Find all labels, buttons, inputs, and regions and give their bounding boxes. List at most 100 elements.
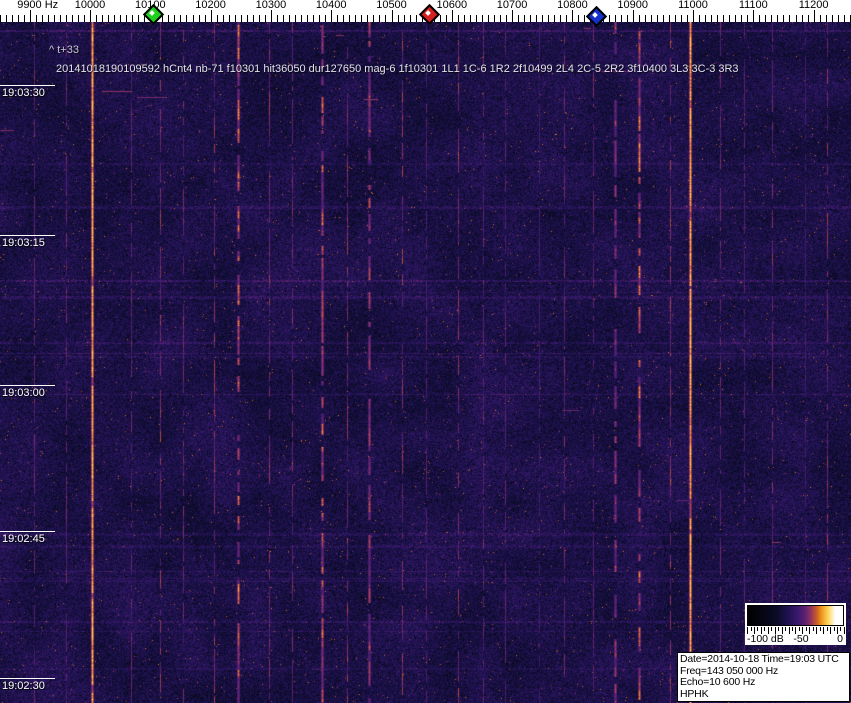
minor-frequency-tick bbox=[789, 15, 790, 22]
minor-frequency-tick bbox=[199, 15, 200, 22]
minor-frequency-tick bbox=[548, 15, 549, 22]
minor-frequency-tick bbox=[126, 15, 127, 22]
minor-frequency-tick bbox=[6, 15, 7, 22]
minor-frequency-tick bbox=[500, 15, 501, 22]
minor-frequency-tick bbox=[84, 15, 85, 22]
minor-frequency-tick bbox=[108, 15, 109, 22]
time-tick-line bbox=[0, 678, 55, 679]
spectrogram-canvas[interactable] bbox=[0, 22, 851, 703]
minor-frequency-tick bbox=[711, 15, 712, 22]
minor-frequency-tick bbox=[193, 15, 194, 22]
minor-frequency-tick bbox=[560, 15, 561, 22]
minor-frequency-tick bbox=[627, 15, 628, 22]
frequency-tick-label: 11200 bbox=[798, 0, 829, 11]
minor-frequency-tick bbox=[398, 15, 399, 22]
minor-frequency-tick bbox=[536, 15, 537, 22]
time-tick-label: 19:03:00 bbox=[2, 387, 45, 399]
minor-frequency-tick bbox=[765, 15, 766, 22]
minor-frequency-tick bbox=[247, 15, 248, 22]
detection-annotation: 20141018190109592 hCnt4 nb-71 f10301 hit… bbox=[56, 63, 739, 75]
minor-frequency-tick bbox=[723, 15, 724, 22]
minor-frequency-tick bbox=[838, 15, 839, 22]
legend-tick bbox=[833, 627, 835, 631]
minor-frequency-tick bbox=[253, 15, 254, 22]
minor-frequency-tick bbox=[186, 15, 187, 22]
minor-frequency-tick bbox=[72, 15, 73, 22]
minor-frequency-tick bbox=[229, 15, 230, 22]
minor-frequency-tick bbox=[609, 15, 610, 22]
major-frequency-tick bbox=[331, 10, 332, 22]
frequency-tick-label: 10300 bbox=[255, 0, 287, 11]
minor-frequency-tick bbox=[313, 15, 314, 22]
minor-frequency-tick bbox=[66, 15, 67, 22]
time-tick-label: 19:03:30 bbox=[2, 87, 45, 99]
minor-frequency-tick bbox=[42, 15, 43, 22]
frequency-tick-label: 9900 Hz bbox=[17, 0, 59, 11]
legend-tick bbox=[843, 627, 845, 634]
major-frequency-tick bbox=[814, 10, 815, 22]
major-frequency-tick bbox=[90, 10, 91, 22]
minor-frequency-tick bbox=[687, 15, 688, 22]
intensity-legend: -100 dB -50 0 bbox=[745, 603, 846, 645]
legend-tick bbox=[805, 627, 807, 631]
frequency-tick-label: 11000 bbox=[678, 0, 708, 11]
minor-frequency-tick bbox=[48, 15, 49, 22]
minor-frequency-tick bbox=[277, 15, 278, 22]
minor-frequency-tick bbox=[120, 15, 121, 22]
minor-frequency-tick bbox=[259, 15, 260, 22]
minor-frequency-tick bbox=[355, 15, 356, 22]
legend-tick bbox=[792, 627, 793, 631]
legend-tick bbox=[816, 627, 818, 634]
minor-frequency-tick bbox=[844, 15, 845, 22]
minor-frequency-tick bbox=[470, 15, 471, 22]
frequency-tick-label: 10900 bbox=[617, 0, 648, 11]
major-frequency-tick bbox=[452, 10, 453, 22]
minor-frequency-tick bbox=[0, 15, 1, 22]
minor-frequency-tick bbox=[458, 15, 459, 22]
minor-frequency-tick bbox=[777, 15, 778, 22]
minor-frequency-tick bbox=[494, 15, 495, 22]
minor-frequency-tick bbox=[54, 15, 55, 22]
time-tick-label: 19:03:15 bbox=[2, 237, 45, 249]
minor-frequency-tick bbox=[404, 15, 405, 22]
minor-frequency-tick bbox=[205, 15, 206, 22]
minor-frequency-tick bbox=[265, 15, 266, 22]
minor-frequency-tick bbox=[138, 15, 139, 22]
minor-frequency-tick bbox=[337, 15, 338, 22]
cursor-offset-annotation: ^ t+33 bbox=[49, 44, 79, 56]
minor-frequency-tick bbox=[12, 15, 13, 22]
time-tick-line bbox=[0, 85, 55, 86]
minor-frequency-tick bbox=[542, 15, 543, 22]
minor-frequency-tick bbox=[416, 15, 417, 22]
minor-frequency-tick bbox=[669, 15, 670, 22]
frequency-tick-label: 10700 bbox=[496, 0, 528, 11]
minor-frequency-tick bbox=[325, 15, 326, 22]
frequency-tick-label: 11100 bbox=[738, 0, 768, 11]
spectrogram-window: 9900 Hz100001010010200103001040010500106… bbox=[0, 0, 851, 703]
minor-frequency-tick bbox=[367, 15, 368, 22]
minor-frequency-tick bbox=[832, 15, 833, 22]
minor-frequency-tick bbox=[663, 15, 664, 22]
legend-min-label: -100 dB bbox=[747, 633, 784, 645]
legend-mid-label: -50 bbox=[793, 633, 809, 645]
minor-frequency-tick bbox=[488, 15, 489, 22]
legend-tick bbox=[840, 627, 842, 631]
minor-frequency-tick bbox=[24, 15, 25, 22]
minor-frequency-tick bbox=[657, 15, 658, 22]
minor-frequency-tick bbox=[820, 15, 821, 22]
minor-frequency-tick bbox=[379, 15, 380, 22]
minor-frequency-tick bbox=[174, 15, 175, 22]
time-tick-line bbox=[0, 385, 55, 386]
frequency-tick-label: 10800 bbox=[557, 0, 588, 11]
minor-frequency-tick bbox=[615, 15, 616, 22]
minor-frequency-tick bbox=[60, 15, 61, 22]
minor-frequency-tick bbox=[410, 15, 411, 22]
minor-frequency-tick bbox=[482, 15, 483, 22]
minor-frequency-tick bbox=[18, 15, 19, 22]
minor-frequency-tick bbox=[295, 15, 296, 22]
minor-frequency-tick bbox=[771, 15, 772, 22]
legend-tick bbox=[788, 627, 790, 634]
legend-tick bbox=[771, 627, 773, 631]
minor-frequency-tick bbox=[289, 15, 290, 22]
legend-tick bbox=[750, 627, 752, 631]
